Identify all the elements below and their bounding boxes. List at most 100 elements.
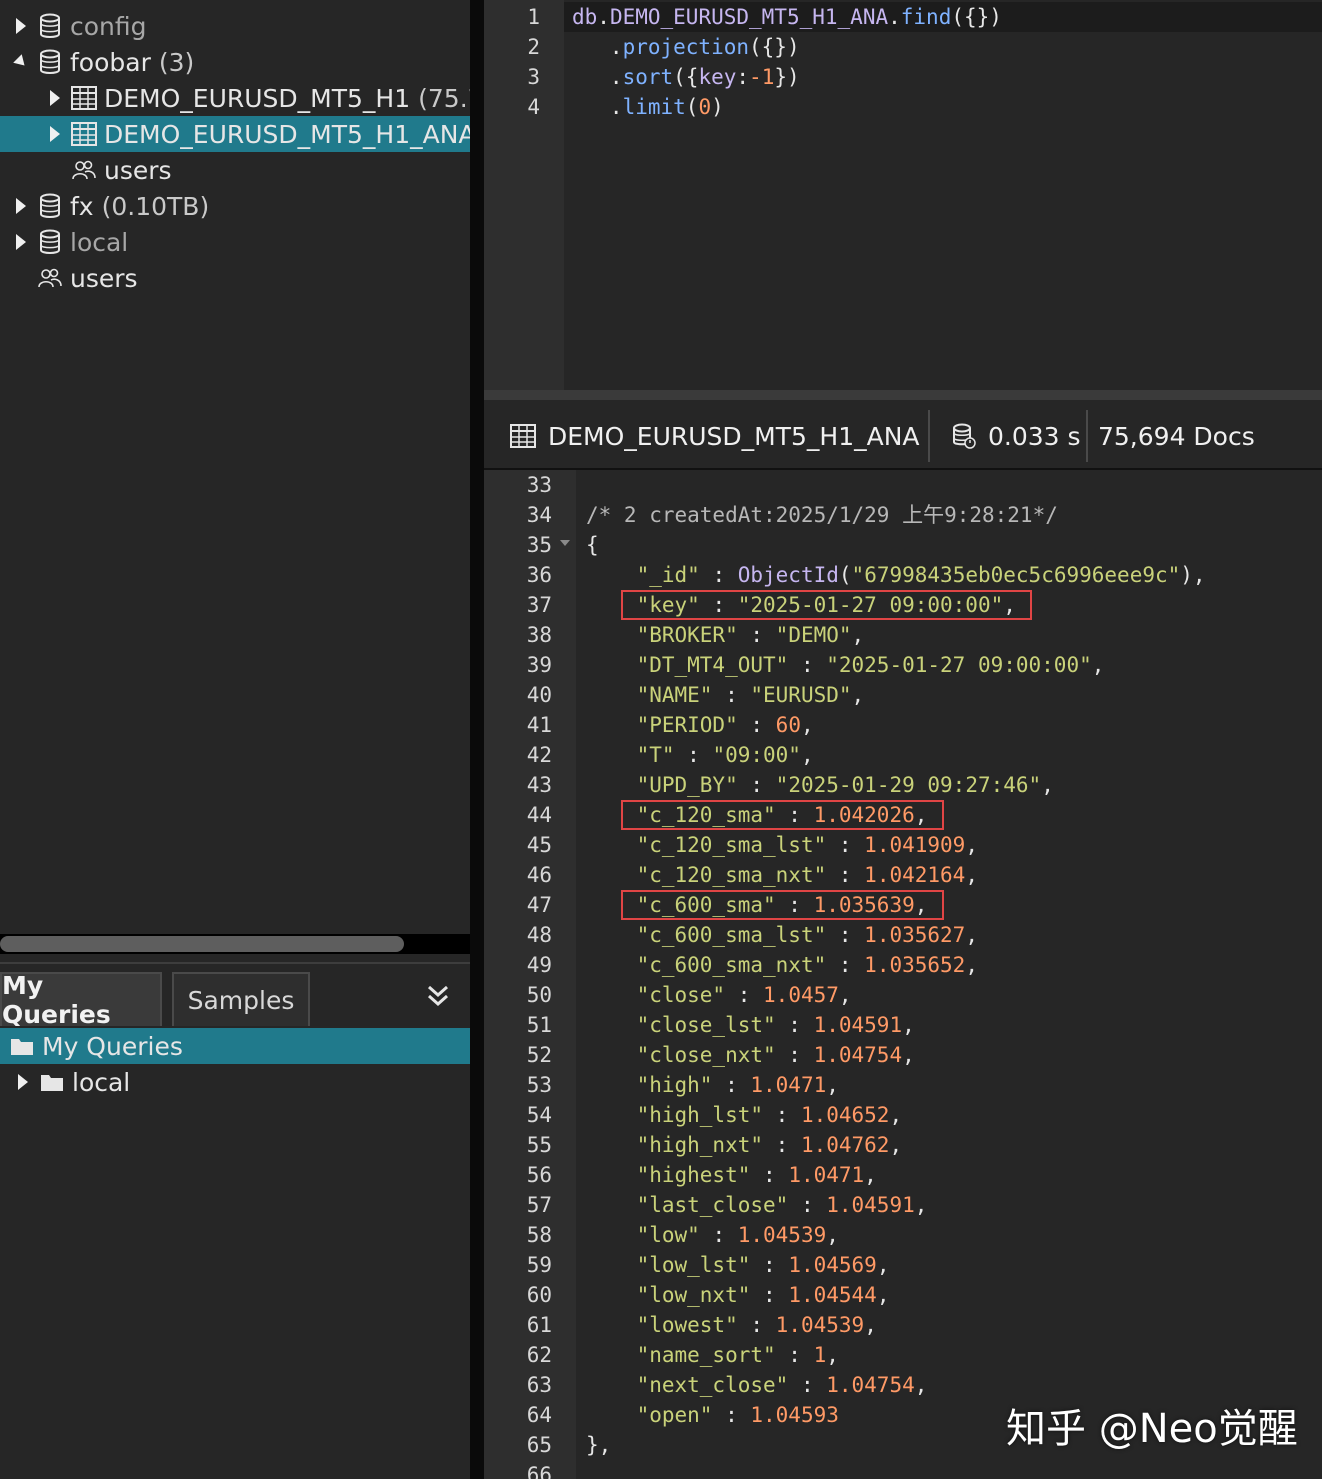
line-number: 1 <box>527 5 540 29</box>
json-text: "NAME" : "EURUSD", <box>586 680 865 710</box>
line-number: 62 <box>526 1343 552 1367</box>
result-line[interactable]: 34 /* 2 createdAt:2025/1/29 上午9:28:21*/ <box>484 500 1322 530</box>
json-token: 1.04539 <box>737 1223 827 1247</box>
result-line[interactable]: 57 "last_close" : 1.04591, <box>484 1190 1322 1220</box>
result-line[interactable]: 52 "close_nxt" : 1.04754, <box>484 1040 1322 1070</box>
result-line[interactable]: 46 "c_120_sma_nxt" : 1.042164, <box>484 860 1322 890</box>
result-line[interactable]: 58 "low" : 1.04539, <box>484 1220 1322 1250</box>
json-token: : <box>699 563 738 587</box>
result-time-value: 0.033 s <box>988 421 1081 451</box>
expand-triangle-icon[interactable] <box>12 234 30 250</box>
editor-line[interactable]: 2 .projection({}) <box>484 32 1322 62</box>
database-icon <box>40 13 60 38</box>
pane-divider[interactable] <box>470 0 484 1479</box>
expand-triangle-icon[interactable] <box>46 90 64 106</box>
json-token: 1.04754 <box>826 1373 915 1397</box>
query-folder-item[interactable]: My Queries <box>0 1028 470 1064</box>
result-line[interactable]: 35 { <box>484 530 1322 560</box>
result-line[interactable]: 54 "high_lst" : 1.04652, <box>484 1100 1322 1130</box>
scrollbar-thumb[interactable] <box>0 936 404 952</box>
result-line[interactable]: 59 "low_lst" : 1.04569, <box>484 1250 1322 1280</box>
json-text: "T" : "09:00", <box>586 740 814 770</box>
json-token: "_id" <box>636 563 700 587</box>
result-doc-count: 75,694 Docs <box>1098 421 1255 451</box>
tree-item-label: users <box>70 263 138 293</box>
tree-item[interactable]: users <box>0 152 470 188</box>
result-line[interactable]: 50 "close" : 1.0457, <box>484 980 1322 1010</box>
result-line[interactable]: 36 "_id" : ObjectId("67998435eb0ec5c6996… <box>484 560 1322 590</box>
tree-item[interactable]: local <box>0 224 470 260</box>
result-line[interactable]: 41 "PERIOD" : 60, <box>484 710 1322 740</box>
result-line[interactable]: 39 "DT_MT4_OUT" : "2025-01-27 09:00:00", <box>484 650 1322 680</box>
editor-line[interactable]: 3 .sort({key:-1}) <box>484 62 1322 92</box>
line-number: 63 <box>526 1373 552 1397</box>
result-line[interactable]: 42 "T" : "09:00", <box>484 740 1322 770</box>
json-token: 1.04754 <box>813 1043 903 1067</box>
result-line[interactable]: 40 "NAME" : "EURUSD", <box>484 680 1322 710</box>
line-number: 47 <box>526 893 552 917</box>
tree-item[interactable]: DEMO_EURUSD_MT5_H1_ANA( <box>0 116 470 152</box>
tree-item[interactable]: foobar (3) <box>0 44 470 80</box>
code-token: . <box>572 95 623 119</box>
json-text: "low_lst" : 1.04569, <box>586 1250 890 1280</box>
result-line[interactable]: 56 "highest" : 1.0471, <box>484 1160 1322 1190</box>
tab-samples[interactable]: Samples <box>172 972 310 1026</box>
editor-line[interactable]: 1 db.DEMO_EURUSD_MT5_H1_ANA.find({}) <box>484 2 1322 32</box>
result-line[interactable]: 62 "name_sort" : 1, <box>484 1340 1322 1370</box>
line-number: 43 <box>526 773 552 797</box>
result-line[interactable]: 51 "close_lst" : 1.04591, <box>484 1010 1322 1040</box>
result-line[interactable]: 55 "high_nxt" : 1.04762, <box>484 1130 1322 1160</box>
result-line[interactable]: 33 <box>484 470 1322 500</box>
line-number: 54 <box>526 1103 552 1127</box>
tree-item[interactable]: fx (0.10TB) <box>0 188 470 224</box>
json-token: "DT_MT4_OUT" <box>636 653 789 677</box>
tree-item-label: DEMO_EURUSD_MT5_H1 <box>104 83 411 113</box>
line-number: 57 <box>526 1193 552 1217</box>
result-line[interactable]: 48 "c_600_sma_lst" : 1.035627, <box>484 920 1322 950</box>
result-line[interactable]: 60 "low_nxt" : 1.04544, <box>484 1280 1322 1310</box>
tree-item-icon <box>36 228 64 256</box>
users-icon <box>72 160 96 180</box>
query-editor[interactable]: 1 db.DEMO_EURUSD_MT5_H1_ANA.find({}) 2 .pr… <box>484 0 1322 390</box>
result-line[interactable]: 61 "lowest" : 1.04539, <box>484 1310 1322 1340</box>
expand-triangle-icon[interactable] <box>14 1074 32 1090</box>
results-view[interactable]: 33 34 /* 2 createdAt:2025/1/29 上午9:28:21*/… <box>484 470 1322 1479</box>
json-token: , <box>851 683 865 707</box>
expand-triangle-icon[interactable] <box>12 18 30 34</box>
json-token: , <box>1041 773 1054 797</box>
json-token: , <box>965 953 978 977</box>
tree-horizontal-scrollbar[interactable] <box>0 934 470 954</box>
json-text: "c_600_sma_lst" : 1.035627, <box>586 920 978 950</box>
json-token: "DEMO" <box>775 623 852 647</box>
result-line[interactable]: 43 "UPD_BY" : "2025-01-29 09:27:46", <box>484 770 1322 800</box>
json-text: /* 2 createdAt:2025/1/29 上午9:28:21*/ <box>586 500 1058 530</box>
editor-line[interactable]: 4 .limit(0) <box>484 92 1322 122</box>
result-line[interactable]: 53 "high" : 1.0471, <box>484 1070 1322 1100</box>
result-line[interactable]: 38 "BROKER" : "DEMO", <box>484 620 1322 650</box>
tree-item-label: foobar <box>70 47 151 77</box>
result-line[interactable]: 49 "c_600_sma_nxt" : 1.035652, <box>484 950 1322 980</box>
tree-item-icon <box>36 192 64 220</box>
tab-my-queries[interactable]: My Queries <box>0 971 162 1029</box>
result-line[interactable]: 45 "c_120_sma_lst" : 1.041909, <box>484 830 1322 860</box>
query-folder-item[interactable]: local <box>0 1064 470 1100</box>
expand-triangle-icon[interactable] <box>12 198 30 214</box>
json-token: , <box>965 923 978 947</box>
expand-triangle-icon[interactable] <box>46 126 64 142</box>
result-line[interactable]: 66 <box>484 1460 1322 1479</box>
tree-item[interactable]: DEMO_EURUSD_MT5_H1(75.7K <box>0 80 470 116</box>
editor-results-splitter[interactable] <box>484 390 1322 400</box>
line-number: 44 <box>526 803 552 827</box>
collapse-triangle-icon[interactable] <box>12 54 30 70</box>
double-chevron-down-icon[interactable] <box>424 982 452 1010</box>
json-token: , <box>914 1373 928 1397</box>
tree-item[interactable]: users <box>0 260 470 296</box>
tree-item[interactable]: config <box>0 8 470 44</box>
json-token: : <box>826 863 865 887</box>
fold-arrow-icon[interactable] <box>560 540 570 546</box>
